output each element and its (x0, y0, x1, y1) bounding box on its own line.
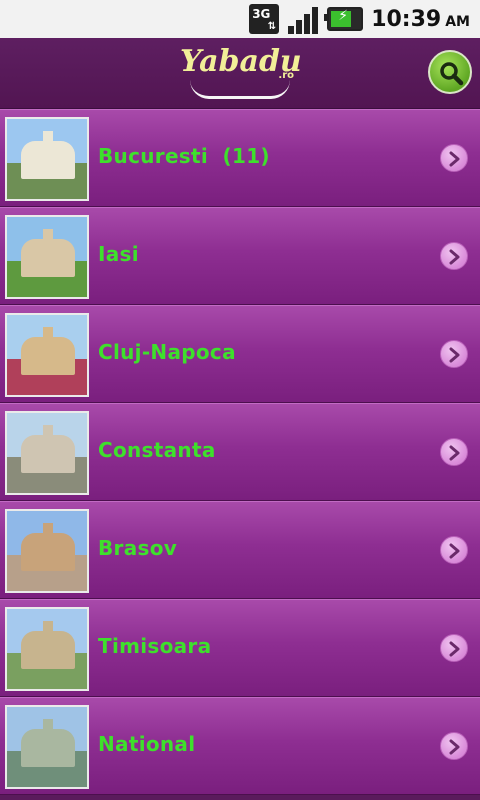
city-list-item[interactable]: Bucuresti (11) (0, 109, 480, 207)
city-thumbnail-image (5, 411, 89, 495)
chevron-right-icon[interactable] (440, 732, 468, 760)
city-label: National (98, 732, 196, 756)
city-label: Timisoara (98, 634, 212, 658)
city-label: Constanta (98, 438, 216, 462)
chevron-right-icon[interactable] (440, 536, 468, 564)
city-label: Cluj-Napoca (98, 340, 236, 364)
status-bar: 3G ⇅ ⚡ 10:39 AM (0, 0, 480, 38)
signal-strength-icon (287, 4, 319, 34)
city-thumbnail-image (5, 313, 89, 397)
battery-charging-icon: ⚡ (324, 7, 364, 31)
city-label: Brasov (98, 536, 178, 560)
chevron-right-icon[interactable] (440, 438, 468, 466)
yabadu-logo: Yabadu .ro (180, 42, 302, 104)
city-list-item[interactable]: Timisoara (0, 599, 480, 697)
city-thumbnail-image (5, 117, 89, 201)
city-thumbnail-image (5, 215, 89, 299)
city-list: Bucuresti (11) Iasi Cluj-Napoca Constanta Br… (0, 109, 480, 795)
city-thumbnail-image (5, 509, 89, 593)
chevron-right-icon[interactable] (440, 144, 468, 172)
city-list-item[interactable]: Constanta (0, 403, 480, 501)
app-header: Yabadu .ro (0, 38, 480, 109)
search-icon (440, 62, 464, 86)
clock-ampm: AM (445, 13, 470, 30)
city-list-item[interactable]: Brasov (0, 501, 480, 599)
city-list-item[interactable]: Iasi (0, 207, 480, 305)
chevron-right-icon[interactable] (440, 340, 468, 368)
city-label: Bucuresti (11) (98, 144, 270, 168)
city-label: Iasi (98, 242, 139, 266)
city-thumbnail-image (5, 607, 89, 691)
search-button[interactable] (428, 50, 472, 94)
network-type-label: 3G (252, 7, 271, 21)
city-list-item[interactable]: National (0, 697, 480, 795)
city-thumbnail-image (5, 705, 89, 789)
status-clock: 10:39 AM (371, 7, 470, 32)
chevron-right-icon[interactable] (440, 242, 468, 270)
3g-data-icon: 3G ⇅ (249, 4, 280, 34)
chevron-right-icon[interactable] (440, 634, 468, 662)
clock-time: 10:39 (371, 6, 442, 32)
city-list-item[interactable]: Cluj-Napoca (0, 305, 480, 403)
